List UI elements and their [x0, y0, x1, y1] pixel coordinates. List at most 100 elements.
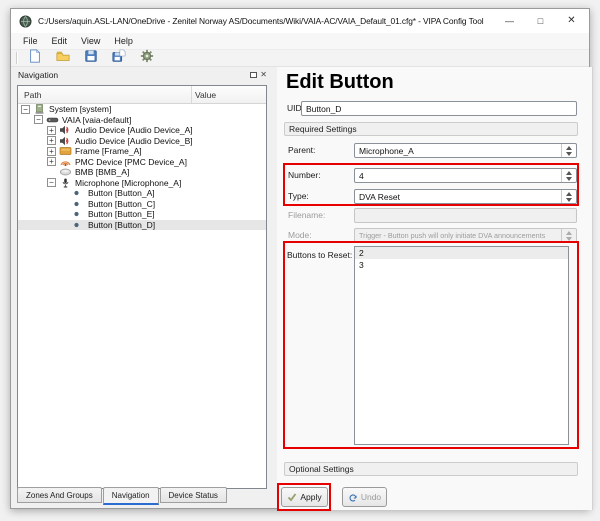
tree-row-audio-device-audio-device-b[interactable]: + Audio Device [Audio Device_B]	[18, 136, 266, 147]
save-button[interactable]	[80, 50, 102, 66]
expander-minus-icon[interactable]: −	[21, 105, 30, 114]
expander-plus-icon[interactable]: +	[47, 126, 56, 135]
menu-edit[interactable]: Edit	[45, 34, 75, 48]
type-value: DVA Reset	[359, 192, 400, 202]
maximize-button[interactable]: □	[525, 9, 556, 33]
column-header-path[interactable]: Path	[18, 86, 192, 103]
tree-item-label: Microphone [Microphone_A]	[75, 178, 181, 188]
tree-item-label: BMB [BMB_A]	[75, 167, 129, 177]
tree-item-label: PMC Device [PMC Device_A]	[75, 157, 187, 167]
new-file-icon	[28, 49, 42, 68]
dock-float-icon[interactable]	[250, 72, 257, 78]
tree-row-button-button-c[interactable]: Button [Button_C]	[18, 199, 266, 210]
mic-icon	[59, 178, 72, 188]
close-button[interactable]: ✕	[556, 9, 587, 33]
vaia-icon	[46, 115, 59, 125]
bullet-icon	[72, 220, 85, 230]
number-label: Number:	[288, 168, 321, 183]
required-settings-header[interactable]: Required Settings	[284, 122, 578, 136]
app-window: C:/Users/aquin.ASL-LAN/OneDrive - Zenite…	[10, 8, 590, 509]
buttons-to-reset-list[interactable]: 23	[354, 246, 569, 445]
filename-label: Filename:	[288, 208, 325, 223]
open-folder-button[interactable]	[52, 50, 74, 66]
dock-titlebar[interactable]: Navigation ✕	[15, 67, 269, 83]
parent-combobox[interactable]: Microphone_A	[354, 143, 577, 158]
page-title: Edit Button	[286, 71, 394, 94]
bullet-icon	[72, 199, 85, 209]
expander-plus-icon[interactable]: +	[47, 157, 56, 166]
tab-zones-and-groups[interactable]: Zones And Groups	[17, 487, 102, 503]
tree-header: Path Value	[18, 86, 266, 104]
undo-icon	[348, 492, 358, 502]
menu-help[interactable]: Help	[107, 34, 140, 48]
frame-icon	[59, 146, 72, 156]
screenshot-root: C:/Users/aquin.ASL-LAN/OneDrive - Zenite…	[0, 0, 600, 521]
system-icon	[33, 104, 46, 114]
tree-row-vaia-vaia-default[interactable]: −VAIA [vaia-default]	[18, 115, 266, 126]
save-as-icon	[112, 49, 126, 68]
number-spinbox[interactable]: 4	[354, 168, 577, 183]
audio-icon	[59, 125, 72, 135]
bullet-icon	[72, 209, 85, 219]
reset-list-item[interactable]: 2	[355, 247, 568, 259]
column-header-value[interactable]: Value	[192, 86, 266, 103]
tree-row-button-button-a[interactable]: Button [Button_A]	[18, 188, 266, 199]
spin-arrows-icon[interactable]	[561, 169, 576, 182]
expander-plus-icon[interactable]: +	[47, 136, 56, 145]
buttons-to-reset-label: Buttons to Reset:	[287, 248, 352, 263]
tree-item-label: Button [Button_A]	[88, 188, 155, 198]
apply-button[interactable]: Apply	[281, 487, 328, 507]
expander-minus-icon[interactable]: −	[34, 115, 43, 124]
bmb-icon	[59, 167, 72, 177]
tree-item-label: Audio Device [Audio Device_B]	[75, 136, 193, 146]
open-folder-icon	[56, 49, 70, 68]
toolbar-drag-handle[interactable]	[16, 52, 18, 64]
filename-input	[354, 208, 577, 223]
tree-row-microphone-microphone-a[interactable]: − Microphone [Microphone_A]	[18, 178, 266, 189]
combo-arrows-icon[interactable]	[561, 144, 576, 157]
uid-input[interactable]	[301, 101, 577, 116]
optional-settings-header[interactable]: Optional Settings	[284, 462, 578, 476]
tree-item-label: Button [Button_D]	[88, 220, 155, 230]
reset-list-item[interactable]: 3	[355, 259, 568, 271]
menu-file[interactable]: File	[16, 34, 45, 48]
tree-row-button-button-d[interactable]: Button [Button_D]	[18, 220, 266, 231]
tab-device-status[interactable]: Device Status	[160, 487, 227, 503]
settings-button[interactable]	[136, 50, 158, 66]
new-file-button[interactable]	[24, 50, 46, 66]
parent-value: Microphone_A	[359, 146, 414, 156]
checkmark-icon	[287, 492, 297, 502]
window-controls: — □ ✕	[494, 9, 587, 33]
bullet-icon	[72, 188, 85, 198]
menu-view[interactable]: View	[74, 34, 107, 48]
toolbar	[11, 50, 589, 67]
undo-button[interactable]: Undo	[342, 487, 387, 507]
mode-label: Mode:	[288, 228, 312, 243]
number-value: 4	[359, 171, 364, 181]
type-combobox[interactable]: DVA Reset	[354, 189, 577, 204]
dock-close-icon[interactable]: ✕	[260, 71, 267, 79]
title-bar[interactable]: C:/Users/aquin.ASL-LAN/OneDrive - Zenite…	[11, 9, 589, 33]
edit-button-panel: Edit Button UID: Required Settings Paren…	[277, 67, 593, 510]
tab-navigation[interactable]: Navigation	[103, 487, 159, 505]
type-label: Type:	[288, 189, 309, 204]
settings-icon	[140, 49, 154, 68]
tree-row-system-system[interactable]: − System [system]	[18, 104, 266, 115]
tree-item-label: System [system]	[49, 104, 111, 114]
tree-row-bmb-bmb-a[interactable]: BMB [BMB_A]	[18, 167, 266, 178]
tree-row-frame-frame-a[interactable]: +Frame [Frame_A]	[18, 146, 266, 157]
tree-item-label: Audio Device [Audio Device_A]	[75, 125, 193, 135]
tree-row-button-button-e[interactable]: Button [Button_E]	[18, 209, 266, 220]
tree-row-pmc-device-pmc-device-a[interactable]: + PMC Device [PMC Device_A]	[18, 157, 266, 168]
audio-icon	[59, 136, 72, 146]
combo-arrows-icon[interactable]	[561, 190, 576, 203]
minimize-button[interactable]: —	[494, 9, 525, 33]
expander-minus-icon[interactable]: −	[47, 178, 56, 187]
tree-row-audio-device-audio-device-a[interactable]: + Audio Device [Audio Device_A]	[18, 125, 266, 136]
apply-label: Apply	[300, 492, 321, 502]
save-as-button[interactable]	[108, 50, 130, 66]
undo-label: Undo	[361, 492, 381, 502]
mode-value: Trigger - Button push will only initiate…	[359, 231, 545, 240]
expander-plus-icon[interactable]: +	[47, 147, 56, 156]
save-icon	[84, 49, 98, 68]
